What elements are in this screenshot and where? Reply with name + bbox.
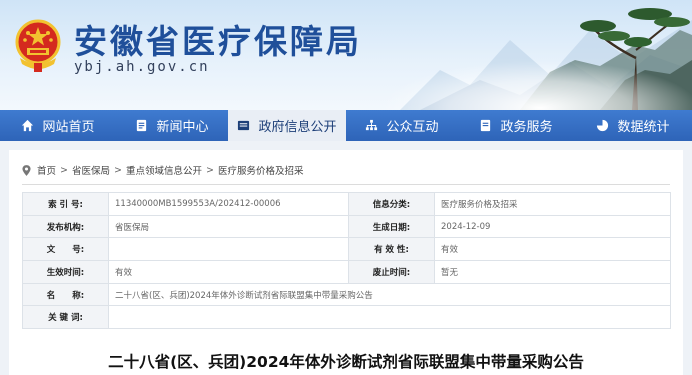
interaction-icon — [366, 119, 378, 131]
nav-interaction-label: 公众互动 — [386, 120, 439, 135]
location-pin-icon — [22, 164, 31, 176]
info-disclosure-icon — [238, 120, 250, 131]
index-label: 索 引 号: — [22, 192, 109, 216]
national-emblem-icon[interactable] — [14, 18, 62, 74]
nav-home-label: 网站首页 — [42, 120, 95, 135]
document-metadata-table: 索 引 号: 11340000MB1599553A/202412-00006 信… — [22, 192, 671, 330]
nav-news[interactable]: 新闻中心 — [116, 110, 228, 141]
nav-service[interactable]: 政务服务 — [458, 110, 574, 141]
breadcrumb: 首页 > 省医保局 > 重点领域信息公开 > 医疗服务价格及招采 — [22, 162, 303, 178]
home-icon — [22, 119, 34, 132]
nav-home[interactable]: 网站首页 — [0, 110, 116, 141]
table-row: 文 号: 有 效 性: 有效 — [22, 237, 671, 262]
chart-icon — [597, 119, 609, 132]
breadcrumb-separator: > — [114, 164, 122, 176]
category-value: 医疗服务价格及招采 — [434, 192, 671, 216]
content-panel: 首页 > 省医保局 > 重点领域信息公开 > 医疗服务价格及招采 索 引 号: … — [9, 150, 683, 375]
name-value: 二十八省(区、兵团)2024年体外诊断试剂省际联盟集中带量采购公告 — [108, 282, 671, 307]
date-label: 生成日期: — [348, 214, 435, 239]
expire-label: 废止时间: — [348, 260, 435, 284]
table-row: 发布机构: 省医保局 生成日期: 2024-12-09 — [22, 214, 671, 239]
date-value: 2024-12-09 — [434, 214, 671, 239]
publisher-label: 发布机构: — [22, 214, 109, 239]
index-value: 11340000MB1599553A/202412-00006 — [108, 192, 349, 216]
document-title: 二十八省(区、兵团)2024年体外诊断试剂省际联盟集中带量采购公告 — [108, 353, 584, 371]
expire-value: 暂无 — [434, 260, 671, 284]
table-row: 名 称: 二十八省(区、兵团)2024年体外诊断试剂省际联盟集中带量采购公告 — [22, 282, 671, 307]
name-label: 名 称: — [22, 282, 109, 307]
nav-statistics[interactable]: 数据统计 — [574, 110, 692, 141]
divider — [22, 184, 670, 185]
table-row: 索 引 号: 11340000MB1599553A/202412-00006 信… — [22, 192, 671, 216]
nav-statistics-label: 数据统计 — [617, 120, 670, 135]
breadcrumb-current[interactable]: 医疗服务价格及招采 — [218, 163, 304, 177]
breadcrumb-bureau[interactable]: 省医保局 — [72, 163, 110, 177]
docno-value — [108, 237, 349, 262]
keywords-value — [108, 305, 671, 330]
keywords-label: 关 键 词: — [22, 305, 109, 330]
docno-label: 文 号: — [22, 237, 109, 262]
category-label: 信息分类: — [348, 192, 435, 216]
service-icon — [481, 119, 491, 132]
nav-service-label: 政务服务 — [500, 120, 553, 135]
main-nav: 网站首页 新闻中心 政府信息公开 公众互动 政务服务 数据统计 — [0, 110, 692, 141]
validity-value: 有效 — [434, 237, 671, 262]
breadcrumb-separator: > — [205, 164, 214, 176]
validity-label: 有 效 性: — [348, 237, 435, 262]
breadcrumb-separator: > — [60, 164, 68, 176]
nav-info-disclosure-label: 政府信息公开 — [258, 120, 337, 135]
site-domain: ybj.ah.gov.cn — [74, 59, 210, 75]
site-header: 安徽省医疗保障局 ybj.ah.gov.cn — [0, 0, 692, 110]
effective-value: 有效 — [108, 260, 349, 284]
nav-info-disclosure[interactable]: 政府信息公开 — [228, 110, 346, 141]
effective-label: 生效时间: — [22, 260, 109, 284]
news-icon — [137, 119, 147, 132]
table-row: 关 键 词: — [22, 305, 671, 330]
breadcrumb-key-areas[interactable]: 重点领域信息公开 — [126, 163, 202, 177]
breadcrumb-home[interactable]: 首页 — [37, 163, 56, 177]
table-row: 生效时间: 有效 废止时间: 暂无 — [22, 260, 671, 284]
nav-news-label: 新闻中心 — [156, 120, 209, 135]
nav-interaction[interactable]: 公众互动 — [346, 110, 458, 141]
site-title[interactable]: 安徽省医疗保障局 — [74, 15, 362, 63]
publisher-value: 省医保局 — [108, 214, 349, 239]
mist — [380, 60, 692, 110]
